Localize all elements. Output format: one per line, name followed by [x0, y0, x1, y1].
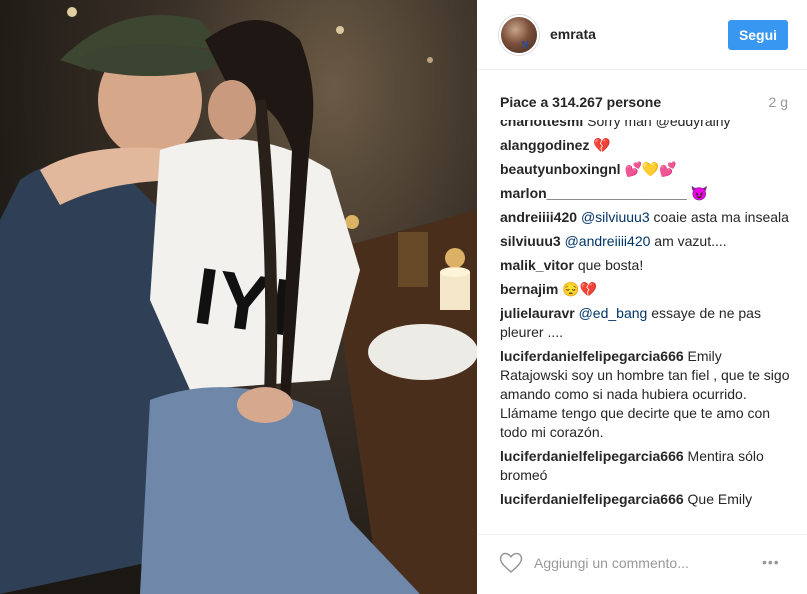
comment-item: charlottesmi Sorry man @eddyrainy — [500, 120, 790, 131]
comment-text: Sorry man @eddyrainy — [587, 120, 731, 129]
post-photo[interactable]: IYI — [0, 0, 477, 594]
comment-item: andreiiii420 @silviuuu3 coaie asta ma in… — [500, 208, 790, 227]
post-header: N emrata Segui — [477, 0, 807, 70]
comment-user[interactable]: andreiiii420 — [500, 209, 577, 225]
username-link[interactable]: emrata — [550, 26, 596, 42]
comment-text: coaie asta ma inseala — [653, 209, 789, 225]
comment-user[interactable]: luciferdanielfelipegarcia666 — [500, 348, 684, 364]
likes-count[interactable]: Piace a 314.267 persone — [500, 94, 661, 110]
comment-user[interactable]: julielauravr — [500, 305, 575, 321]
comments-list[interactable]: charlottesmi Sorry man @eddyrainy alangg… — [500, 120, 790, 530]
comment-item: luciferdanielfelipegarcia666 Emily Rataj… — [500, 347, 790, 442]
comment-mention[interactable]: @ed_bang — [579, 305, 648, 321]
post-time[interactable]: 2 g — [769, 94, 788, 110]
more-options-icon[interactable]: ••• — [762, 554, 780, 570]
comment-text: que bosta! — [577, 257, 644, 273]
add-comment-input[interactable]: Aggiungi un commento... — [534, 555, 689, 571]
svg-text:IYI: IYI — [189, 251, 298, 353]
comment-item: marlon__________________ 😈 — [500, 184, 790, 203]
comment-text: 😔💔 — [562, 281, 598, 297]
comment-item: alanggodinez 💔 — [500, 136, 790, 155]
comment-text: am vazut.... — [654, 233, 727, 249]
comment-item: malik_vitor que bosta! — [500, 256, 790, 275]
comment-mention[interactable]: @silviuuu3 — [581, 209, 650, 225]
comment-user[interactable]: beautyunboxingnl — [500, 161, 621, 177]
comment-text: 💕💛💕 — [624, 161, 677, 177]
comment-mention[interactable]: @andreiiii420 — [565, 233, 651, 249]
comment-user[interactable]: luciferdanielfelipegarcia666 — [500, 448, 684, 464]
comment-user[interactable]: alanggodinez — [500, 137, 589, 153]
comment-user[interactable]: silviuuu3 — [500, 233, 561, 249]
comment-user[interactable]: charlottesmi — [500, 120, 583, 129]
comment-text: 💔 — [593, 137, 611, 153]
comment-user[interactable]: luciferdanielfelipegarcia666 — [500, 491, 684, 507]
heart-outline-icon[interactable] — [499, 552, 523, 574]
comment-user[interactable]: bernajim — [500, 281, 558, 297]
post-side-panel: N emrata Segui Piace a 314.267 persone 2… — [477, 0, 807, 594]
avatar[interactable]: N — [499, 15, 539, 55]
comment-item: bernajim 😔💔 — [500, 280, 790, 299]
comment-item: julielauravr @ed_bang essaye de ne pas p… — [500, 304, 790, 342]
comment-item: luciferdanielfelipegarcia666 Que Emily — [500, 490, 790, 509]
photo-illustration: IYI — [0, 7, 477, 594]
comment-text: 😈 — [690, 185, 709, 201]
comment-text: Que Emily — [687, 491, 753, 507]
comment-item: silviuuu3 @andreiiii420 am vazut.... — [500, 232, 790, 251]
follow-button[interactable]: Segui — [728, 20, 788, 50]
comment-item: luciferdanielfelipegarcia666 Mentira sól… — [500, 447, 790, 485]
post-footer: Aggiungi un commento... ••• — [477, 534, 807, 594]
comment-user[interactable]: malik_vitor — [500, 257, 574, 273]
avatar-badge: N — [521, 39, 529, 51]
comment-item: beautyunboxingnl 💕💛💕 — [500, 160, 790, 179]
comment-user[interactable]: marlon__________________ — [500, 185, 687, 201]
